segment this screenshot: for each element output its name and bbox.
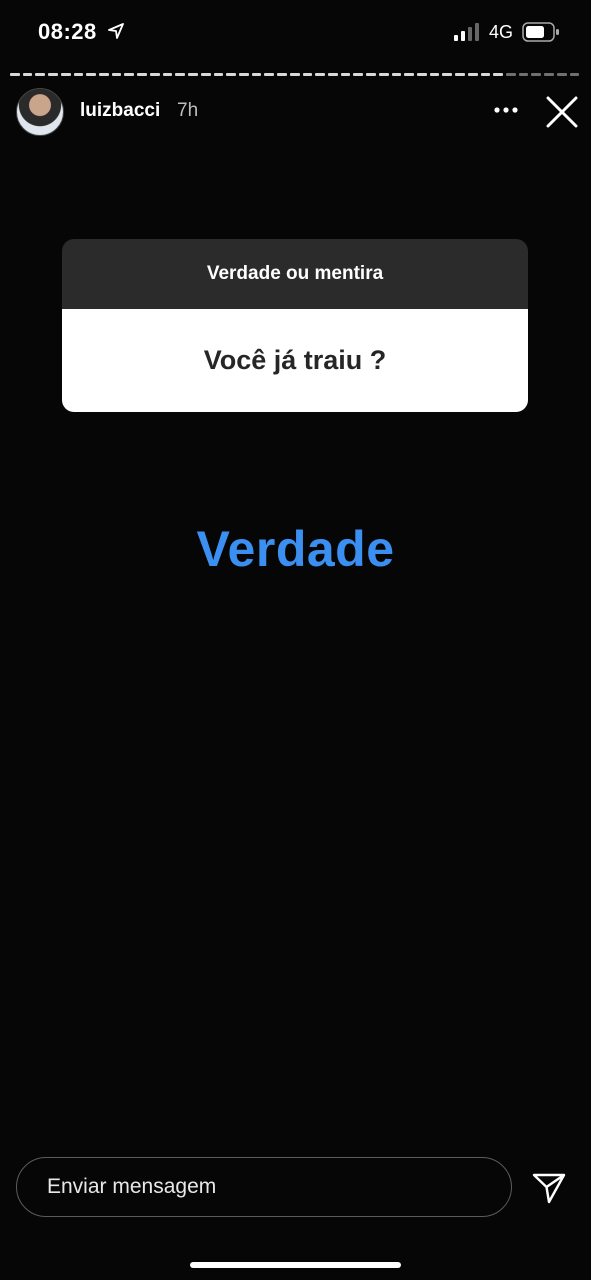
progress-segment <box>556 73 567 76</box>
location-arrow-icon <box>108 23 124 39</box>
progress-segment <box>124 73 135 76</box>
progress-segment <box>467 73 478 76</box>
story-screen: 08:28 4G luizbacci 7h Verdade ou mentira… <box>0 0 591 1280</box>
progress-segment <box>480 73 491 76</box>
progress-segment <box>213 73 224 76</box>
progress-segment <box>48 73 58 76</box>
progress-segment <box>162 73 173 76</box>
progress-segment <box>137 73 147 76</box>
progress-segment <box>353 73 364 76</box>
close-icon[interactable] <box>545 95 579 129</box>
progress-segment <box>73 73 84 76</box>
message-placeholder: Enviar mensagem <box>47 1175 217 1198</box>
progress-segment <box>518 73 529 76</box>
progress-segment <box>149 73 160 76</box>
progress-segment <box>251 73 262 76</box>
question-sticker-question: Você já traiu ? <box>62 309 528 412</box>
signal-icon <box>454 23 479 41</box>
progress-segment <box>277 73 287 76</box>
progress-segment <box>378 73 389 76</box>
progress-segment <box>302 73 313 76</box>
answer-text: Verdade <box>196 521 395 577</box>
progress-segment <box>238 73 249 76</box>
progress-segment <box>226 73 236 76</box>
progress-segment <box>417 73 427 76</box>
progress-segment <box>391 73 402 76</box>
progress-segment <box>493 73 504 76</box>
progress-segment <box>340 73 351 76</box>
progress-segment <box>404 73 414 76</box>
more-options-icon[interactable] <box>492 102 520 118</box>
progress-segment <box>10 73 20 76</box>
progress-segment <box>200 73 211 76</box>
story-time: 7h <box>177 100 199 121</box>
avatar[interactable] <box>16 88 64 136</box>
progress-segment <box>289 73 300 76</box>
progress-segment <box>327 73 338 76</box>
progress-segment <box>35 73 46 76</box>
progress-segment <box>506 73 516 76</box>
progress-segment <box>60 73 71 76</box>
progress-segment <box>22 73 33 76</box>
message-input[interactable]: Enviar mensagem <box>16 1157 512 1217</box>
status-bar: 08:28 4G <box>0 0 591 64</box>
progress-segment <box>86 73 97 76</box>
progress-segment <box>175 73 186 76</box>
network-type: 4G <box>489 22 514 42</box>
home-indicator <box>190 1262 401 1268</box>
username[interactable]: luizbacci <box>80 100 160 122</box>
progress-segment <box>366 73 376 76</box>
status-time: 08:28 <box>38 19 97 44</box>
progress-segment <box>111 73 122 76</box>
story-progress-bar <box>10 73 580 76</box>
progress-segment <box>99 73 109 76</box>
question-sticker: Verdade ou mentira Você já traiu ? <box>62 239 528 412</box>
progress-segment <box>429 73 440 76</box>
battery-icon <box>522 22 559 42</box>
progress-segment <box>315 73 325 76</box>
progress-segment <box>569 73 580 76</box>
question-sticker-title: Verdade ou mentira <box>62 239 528 309</box>
progress-segment <box>531 73 542 76</box>
progress-segment <box>188 73 198 76</box>
progress-segment <box>544 73 554 76</box>
progress-segment <box>264 73 275 76</box>
send-icon[interactable] <box>532 1171 566 1205</box>
progress-segment <box>455 73 465 76</box>
progress-segment <box>442 73 453 76</box>
